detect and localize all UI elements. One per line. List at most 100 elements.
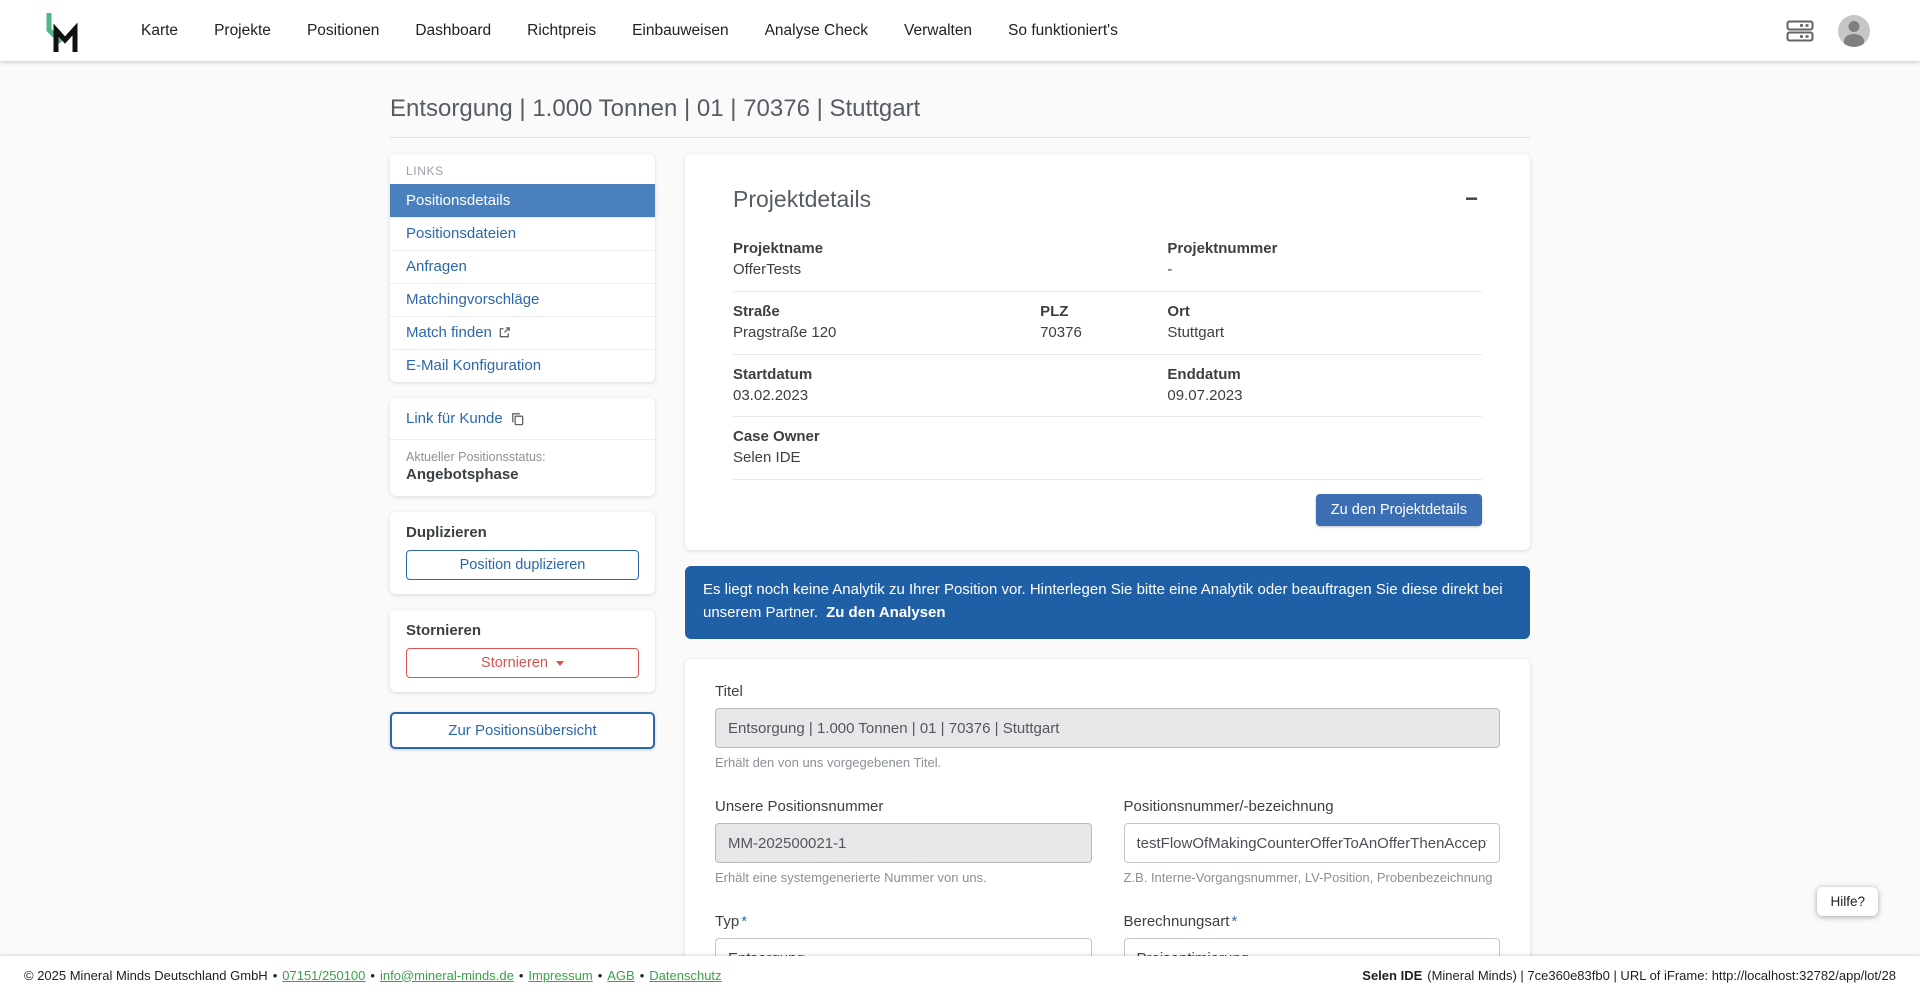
our-position-number-helper: Erhält eine systemgenerierte Nummer von … xyxy=(715,870,987,885)
project-row-name-number: Projektname OfferTests Projektnummer - xyxy=(733,229,1482,292)
typ-label-text: Typ xyxy=(715,913,740,930)
position-status-label: Aktueller Positionsstatus: xyxy=(406,450,546,464)
field-value: 09.07.2023 xyxy=(1167,386,1243,404)
footer: © 2025 Mineral Minds Deutschland GmbH • … xyxy=(0,956,1920,994)
main-nav: Karte Projekte Positionen Dashboard Rich… xyxy=(141,22,1118,40)
field-label: PLZ xyxy=(1040,302,1069,320)
cancel-header: Stornieren xyxy=(406,622,482,639)
project-details-card: Projektdetails − Projektname OfferTests … xyxy=(685,154,1530,550)
field-label: Case Owner xyxy=(733,428,820,446)
title-divider xyxy=(390,137,1530,138)
required-asterisk: * xyxy=(1231,913,1238,930)
project-row-address: Straße Pragstraße 120 PLZ 70376 Ort Stut… xyxy=(733,292,1482,355)
field-value: Stuttgart xyxy=(1167,323,1225,341)
cancel-dropdown-button[interactable]: Stornieren xyxy=(406,648,639,678)
sidebar-item-anfragen[interactable]: Anfragen xyxy=(390,250,655,283)
field-value: Selen IDE xyxy=(733,449,801,467)
our-position-number-input[interactable] xyxy=(715,823,1092,863)
external-link-icon xyxy=(499,327,510,338)
sidebar-item-positionsdateien[interactable]: Positionsdateien xyxy=(390,217,655,250)
footer-link-datenschutz[interactable]: Datenschutz xyxy=(649,968,721,983)
separator-dot: • xyxy=(639,967,645,983)
sidebar-item-label: E-Mail Konfiguration xyxy=(406,357,542,374)
mineral-minds-logo-icon[interactable] xyxy=(45,10,79,52)
user-avatar-icon[interactable] xyxy=(1838,14,1870,47)
separator-dot: • xyxy=(272,967,278,983)
project-row-dates: Startdatum 03.02.2023 Enddatum 09.07.202… xyxy=(733,355,1482,418)
sidebar-item-match-finden[interactable]: Match finden xyxy=(390,316,655,349)
separator-dot: • xyxy=(370,967,375,983)
field-label: Projektname xyxy=(733,240,824,257)
titel-helper: Erhält den von uns vorgegebenen Titel. xyxy=(715,755,942,770)
collapse-icon[interactable]: − xyxy=(1461,186,1482,212)
sidebar-item-positionsdetails[interactable]: Positionsdetails xyxy=(390,184,655,217)
duplicate-card: Duplizieren Position duplizieren xyxy=(390,512,655,594)
berechnungsart-label: Berechnungsart * xyxy=(1124,913,1501,930)
footer-link-agb[interactable]: AGB xyxy=(607,968,634,983)
nav-item-richtpreis[interactable]: Richtpreis xyxy=(527,22,596,40)
nav-item-karte[interactable]: Karte xyxy=(141,22,178,40)
position-overview-button[interactable]: Zur Positionsübersicht xyxy=(390,712,655,749)
help-button[interactable]: Hilfe? xyxy=(1817,887,1878,916)
sidebar-links-card: LINKS Positionsdetails Positionsdateien … xyxy=(390,154,655,382)
nav-item-positionen[interactable]: Positionen xyxy=(307,22,379,40)
customer-link-label: Link für Kunde xyxy=(406,410,503,427)
duplicate-position-button[interactable]: Position duplizieren xyxy=(406,550,639,580)
field-label: Straße xyxy=(733,302,780,320)
separator-dot: • xyxy=(597,967,603,983)
customer-link[interactable]: Link für Kunde xyxy=(390,398,655,440)
project-details-title: Projektdetails xyxy=(733,186,872,212)
nav-item-dashboard[interactable]: Dashboard xyxy=(415,22,491,40)
project-row-case-owner: Case Owner Selen IDE xyxy=(733,417,1482,480)
cancel-button-label: Stornieren xyxy=(481,655,548,671)
titel-input[interactable] xyxy=(715,708,1500,748)
position-status-value: Angebotsphase xyxy=(406,466,519,483)
footer-user-name: Selen IDE xyxy=(1362,967,1423,983)
sidebar-item-label: Positionsdateien xyxy=(406,225,517,242)
position-number-input[interactable] xyxy=(1123,823,1500,863)
footer-link-impressum[interactable]: Impressum xyxy=(528,968,592,983)
position-form-card: Titel Erhält den von uns vorgegebenen Ti… xyxy=(685,659,1530,994)
sidebar-item-label: Match finden xyxy=(406,324,492,341)
nav-item-so-funktionierts[interactable]: So funktioniert's xyxy=(1008,22,1118,40)
nav-item-projekte[interactable]: Projekte xyxy=(214,22,271,40)
required-asterisk: * xyxy=(741,913,748,930)
sidebar-item-label: Matchingvorschläge xyxy=(406,291,540,308)
berechnungsart-label-text: Berechnungsart xyxy=(1123,913,1230,930)
copy-icon xyxy=(511,413,524,426)
server-list-icon[interactable] xyxy=(1786,20,1814,42)
analytics-alert-banner: Es liegt noch keine Analytik zu Ihrer Po… xyxy=(685,566,1530,639)
field-label: Enddatum xyxy=(1167,365,1241,383)
footer-session-info: (Mineral Minds) | 7ce360e83fb0 | URL of … xyxy=(1427,967,1896,983)
sidebar-item-label: Positionsdetails xyxy=(406,192,511,209)
cancel-card: Stornieren Stornieren xyxy=(390,610,655,692)
nav-item-einbauweisen[interactable]: Einbauweisen xyxy=(632,22,729,40)
field-label: Startdatum xyxy=(733,365,813,383)
field-value: 03.02.2023 xyxy=(733,386,809,404)
our-position-number-label: Unsere Positionsnummer xyxy=(715,798,884,815)
sidebar-item-matchingvorschlaege[interactable]: Matchingvorschläge xyxy=(390,283,655,316)
to-analyses-link[interactable]: Zu den Analysen xyxy=(826,604,945,621)
customer-status-card: Link für Kunde Aktueller Positionsstatus… xyxy=(390,398,655,496)
typ-label: Typ * xyxy=(715,913,1092,930)
field-value: 70376 xyxy=(1040,323,1082,341)
copyright-text: © 2025 Mineral Minds Deutschland GmbH xyxy=(24,967,268,983)
sidebar-item-email-konfiguration[interactable]: E-Mail Konfiguration xyxy=(390,349,655,382)
footer-link-phone[interactable]: 07151/250100 xyxy=(282,968,365,983)
field-label: Ort xyxy=(1167,302,1190,320)
footer-link-email[interactable]: info@mineral-minds.de xyxy=(380,968,514,983)
nav-item-analyse-check[interactable]: Analyse Check xyxy=(765,22,868,40)
duplicate-header: Duplizieren xyxy=(406,524,487,541)
field-value: - xyxy=(1167,261,1173,278)
position-number-helper: Z.B. Interne-Vorgangsnummer, LV-Position… xyxy=(1123,870,1493,885)
position-number-label: Positionsnummer/-bezeichnung xyxy=(1123,798,1334,815)
separator-dot: • xyxy=(518,967,524,983)
titel-label: Titel xyxy=(715,683,743,700)
to-project-details-button[interactable]: Zu den Projektdetails xyxy=(1315,494,1482,526)
alert-message: Es liegt noch keine Analytik zu Ihrer Po… xyxy=(703,581,1503,621)
page-title: Entsorgung | 1.000 Tonnen | 01 | 70376 |… xyxy=(390,95,921,122)
nav-item-verwalten[interactable]: Verwalten xyxy=(904,22,972,40)
field-value: OfferTests xyxy=(733,261,802,278)
links-header: LINKS xyxy=(406,164,444,178)
field-value: Pragstraße 120 xyxy=(733,323,837,341)
